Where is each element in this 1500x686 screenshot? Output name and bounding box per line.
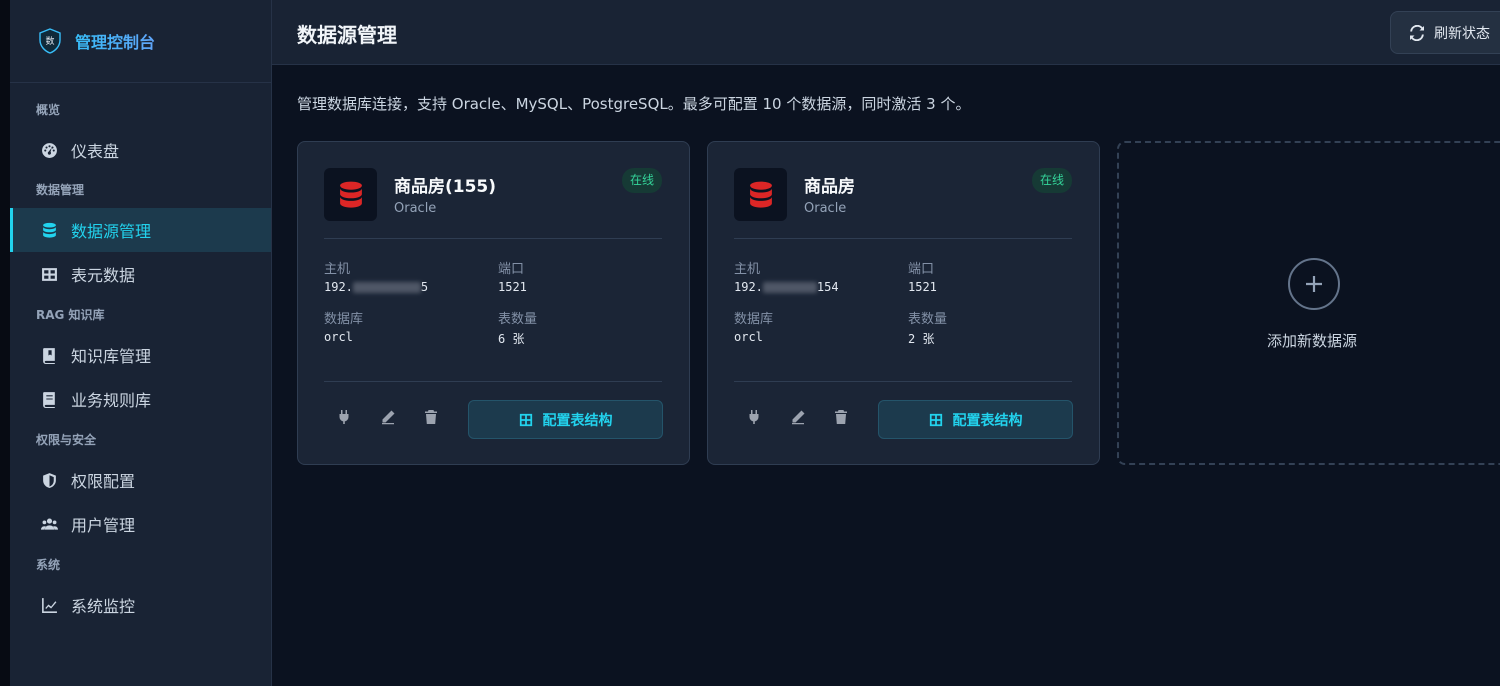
topbar: 数据源管理 刷新状态: [272, 0, 1500, 65]
divider: [734, 381, 1072, 382]
sidebar-item-label: 系统监控: [71, 597, 136, 616]
sidebar-item-label: 表元数据: [71, 266, 136, 285]
gauge-icon: [40, 141, 58, 159]
delete-trash-icon[interactable]: [422, 408, 440, 426]
sidebar-item-users[interactable]: 用户管理: [10, 502, 271, 546]
connect-plug-icon[interactable]: [745, 408, 763, 426]
status-badge: 在线: [621, 168, 662, 193]
host-value: 192. 5: [324, 280, 429, 294]
status-badge: 在线: [1031, 168, 1072, 193]
configure-label: 配置表结构: [952, 412, 1023, 429]
sidebar-item-datasource[interactable]: 数据源管理: [10, 208, 271, 252]
divider: [324, 381, 662, 382]
host-label: 主机: [734, 262, 761, 277]
edit-pencil-icon[interactable]: [789, 408, 807, 426]
port-label: 端口: [908, 262, 935, 277]
section-title-rag: RAG 知识库: [36, 308, 105, 322]
section-title-data: 数据管理: [36, 183, 85, 197]
chart-line-icon: [40, 596, 58, 614]
delete-trash-icon[interactable]: [832, 408, 850, 426]
divider: [734, 238, 1072, 239]
table-count-value: 2 张: [908, 332, 935, 346]
add-datasource-label: 添加新数据源: [1267, 332, 1358, 350]
sidebar-item-table-metadata[interactable]: 表元数据: [10, 252, 271, 296]
sidebar-item-monitoring[interactable]: 系统监控: [10, 583, 271, 627]
database-icon: [324, 168, 377, 221]
refresh-status-label: 刷新状态: [1434, 25, 1490, 42]
host-label: 主机: [324, 262, 351, 277]
sidebar-item-label: 用户管理: [71, 516, 136, 535]
refresh-icon: [1410, 24, 1424, 41]
table-count-label: 表数量: [908, 312, 948, 327]
sidebar-item-label: 仪表盘: [71, 142, 120, 161]
port-value: 1521: [498, 280, 527, 294]
port-value: 1521: [908, 280, 937, 294]
shield-logo-icon: 数: [39, 28, 61, 54]
add-datasource-card[interactable]: 添加新数据源: [1117, 141, 1500, 465]
rules-book-icon: [40, 390, 58, 408]
table-count-value: 6 张: [498, 332, 525, 346]
datasource-type: Oracle: [394, 201, 437, 216]
sidebar-item-label: 知识库管理: [71, 347, 152, 366]
section-title-system: 系统: [36, 558, 61, 572]
sidebar-item-label: 业务规则库: [71, 391, 152, 410]
datasource-card[interactable]: 商品房(155) Oracle 在线 主机 192. 5 端口 1521 数据库 …: [297, 141, 690, 465]
database-label: 数据库: [734, 312, 774, 327]
datasource-name: 商品房(155): [394, 177, 497, 197]
host-value: 192. 154: [734, 280, 839, 294]
brand-title: 管理控制台: [75, 29, 155, 53]
page-description: 管理数据库连接，支持 Oracle、MySQL、PostgreSQL。最多可配置…: [297, 95, 971, 113]
table-count-label: 表数量: [498, 312, 538, 327]
book-icon: [40, 346, 58, 364]
brand[interactable]: 数 管理控制台: [10, 0, 271, 83]
edit-pencil-icon[interactable]: [379, 408, 397, 426]
section-title-overview: 概览: [36, 103, 61, 117]
database-icon: [40, 221, 58, 239]
sidebar-item-label: 权限配置: [71, 472, 136, 491]
sidebar-item-knowledge-base[interactable]: 知识库管理: [10, 333, 271, 377]
shield-icon: [40, 471, 58, 489]
sidebar-item-dashboard[interactable]: 仪表盘: [10, 128, 271, 172]
configure-label: 配置表结构: [542, 412, 613, 429]
port-label: 端口: [498, 262, 525, 277]
table-icon: [40, 265, 58, 283]
database-value: orcl: [324, 330, 353, 344]
svg-text:数: 数: [45, 35, 54, 47]
sidebar-item-label: 数据源管理: [71, 222, 152, 241]
refresh-status-button[interactable]: 刷新状态: [1390, 11, 1500, 54]
connect-plug-icon[interactable]: [335, 408, 353, 426]
page-title: 数据源管理: [297, 23, 397, 47]
database-label: 数据库: [324, 312, 364, 327]
database-value: orcl: [734, 330, 763, 344]
plus-icon: [1288, 258, 1340, 310]
sidebar-item-business-rules[interactable]: 业务规则库: [10, 377, 271, 421]
datasource-card[interactable]: 商品房 Oracle 在线 主机 192. 154 端口 1521 数据库 orc…: [707, 141, 1100, 465]
divider: [324, 238, 662, 239]
datasource-type: Oracle: [804, 201, 847, 216]
configure-table-structure-button[interactable]: 配置表结构: [878, 400, 1073, 439]
sidebar-item-permissions[interactable]: 权限配置: [10, 458, 271, 502]
datasource-name: 商品房: [804, 177, 855, 197]
database-icon: [734, 168, 787, 221]
users-icon: [40, 515, 58, 533]
sidebar: 数 管理控制台 概览 仪表盘 数据管理 数据源管理 表元数据 RAG 知识库 知…: [10, 0, 272, 686]
table-icon: [519, 413, 532, 426]
window-edge: [0, 0, 10, 686]
section-title-security: 权限与安全: [36, 433, 97, 447]
configure-table-structure-button[interactable]: 配置表结构: [468, 400, 663, 439]
table-icon: [929, 413, 942, 426]
